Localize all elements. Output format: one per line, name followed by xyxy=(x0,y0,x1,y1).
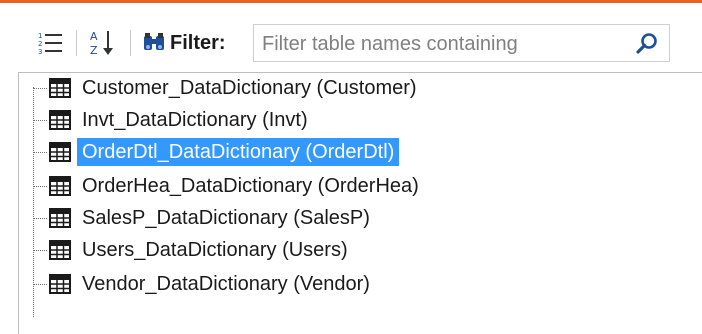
sort-az-icon: A Z xyxy=(90,30,113,57)
tree-item-label: OrderDtl_DataDictionary (OrderDtl) xyxy=(77,138,400,166)
search-button[interactable] xyxy=(633,30,661,58)
svg-text:3: 3 xyxy=(38,48,42,56)
filter-button[interactable] xyxy=(140,29,168,57)
tree-connector xyxy=(33,87,47,89)
tree-connector xyxy=(33,151,47,153)
svg-text:A: A xyxy=(90,30,98,43)
top-accent-bar xyxy=(0,0,702,3)
tree-item-label: OrderHea_DataDictionary (OrderHea) xyxy=(82,175,419,197)
table-icon xyxy=(49,78,71,98)
tree-item-label: Customer_DataDictionary (Customer) xyxy=(82,77,417,99)
tree-item[interactable]: Invt_DataDictionary (Invt) xyxy=(33,105,313,135)
tree-item-label: Vendor_DataDictionary (Vendor) xyxy=(82,273,370,295)
tree-connector xyxy=(33,249,47,251)
table-icon xyxy=(49,274,71,294)
tree-connector xyxy=(33,119,47,121)
filter-field xyxy=(253,24,670,62)
tree-item[interactable]: Vendor_DataDictionary (Vendor) xyxy=(33,269,375,299)
table-icon xyxy=(49,176,71,196)
table-icon xyxy=(49,110,71,130)
filter-label: Filter: xyxy=(170,32,226,54)
tree-item-label: SalesP_DataDictionary (SalesP) xyxy=(82,207,370,229)
table-icon xyxy=(49,240,71,260)
tree-connector xyxy=(33,185,47,187)
svg-text:1: 1 xyxy=(38,32,42,40)
tree-item[interactable]: OrderDtl_DataDictionary (OrderDtl) xyxy=(33,137,400,167)
numbered-list-icon: 1 2 3 xyxy=(38,32,62,56)
svg-text:Z: Z xyxy=(90,44,98,57)
tree-item-label: Invt_DataDictionary (Invt) xyxy=(82,109,308,131)
binoculars-icon xyxy=(144,33,164,50)
tree-item[interactable]: OrderHea_DataDictionary (OrderHea) xyxy=(33,171,424,201)
tree-item[interactable]: Users_DataDictionary (Users) xyxy=(33,235,353,265)
svg-text:2: 2 xyxy=(38,40,42,48)
tree-item[interactable]: Customer_DataDictionary (Customer) xyxy=(33,73,422,103)
toolbar-separator xyxy=(76,30,77,56)
table-icon xyxy=(49,208,71,228)
table-icon xyxy=(49,142,71,162)
table-tree: Customer_DataDictionary (Customer) Invt_D… xyxy=(18,72,702,334)
magnifier-icon xyxy=(636,33,657,54)
tree-connector xyxy=(33,217,47,219)
numbered-list-button[interactable]: 1 2 3 xyxy=(34,28,66,58)
filter-input[interactable] xyxy=(260,29,624,59)
tree-connector xyxy=(33,283,47,285)
sort-button[interactable]: A Z xyxy=(86,26,120,60)
tree-item-label: Users_DataDictionary (Users) xyxy=(82,239,348,261)
toolbar-separator xyxy=(130,30,131,56)
tree-item[interactable]: SalesP_DataDictionary (SalesP) xyxy=(33,203,375,233)
toolbar: 1 2 3 A Z Filter: xyxy=(0,18,702,68)
